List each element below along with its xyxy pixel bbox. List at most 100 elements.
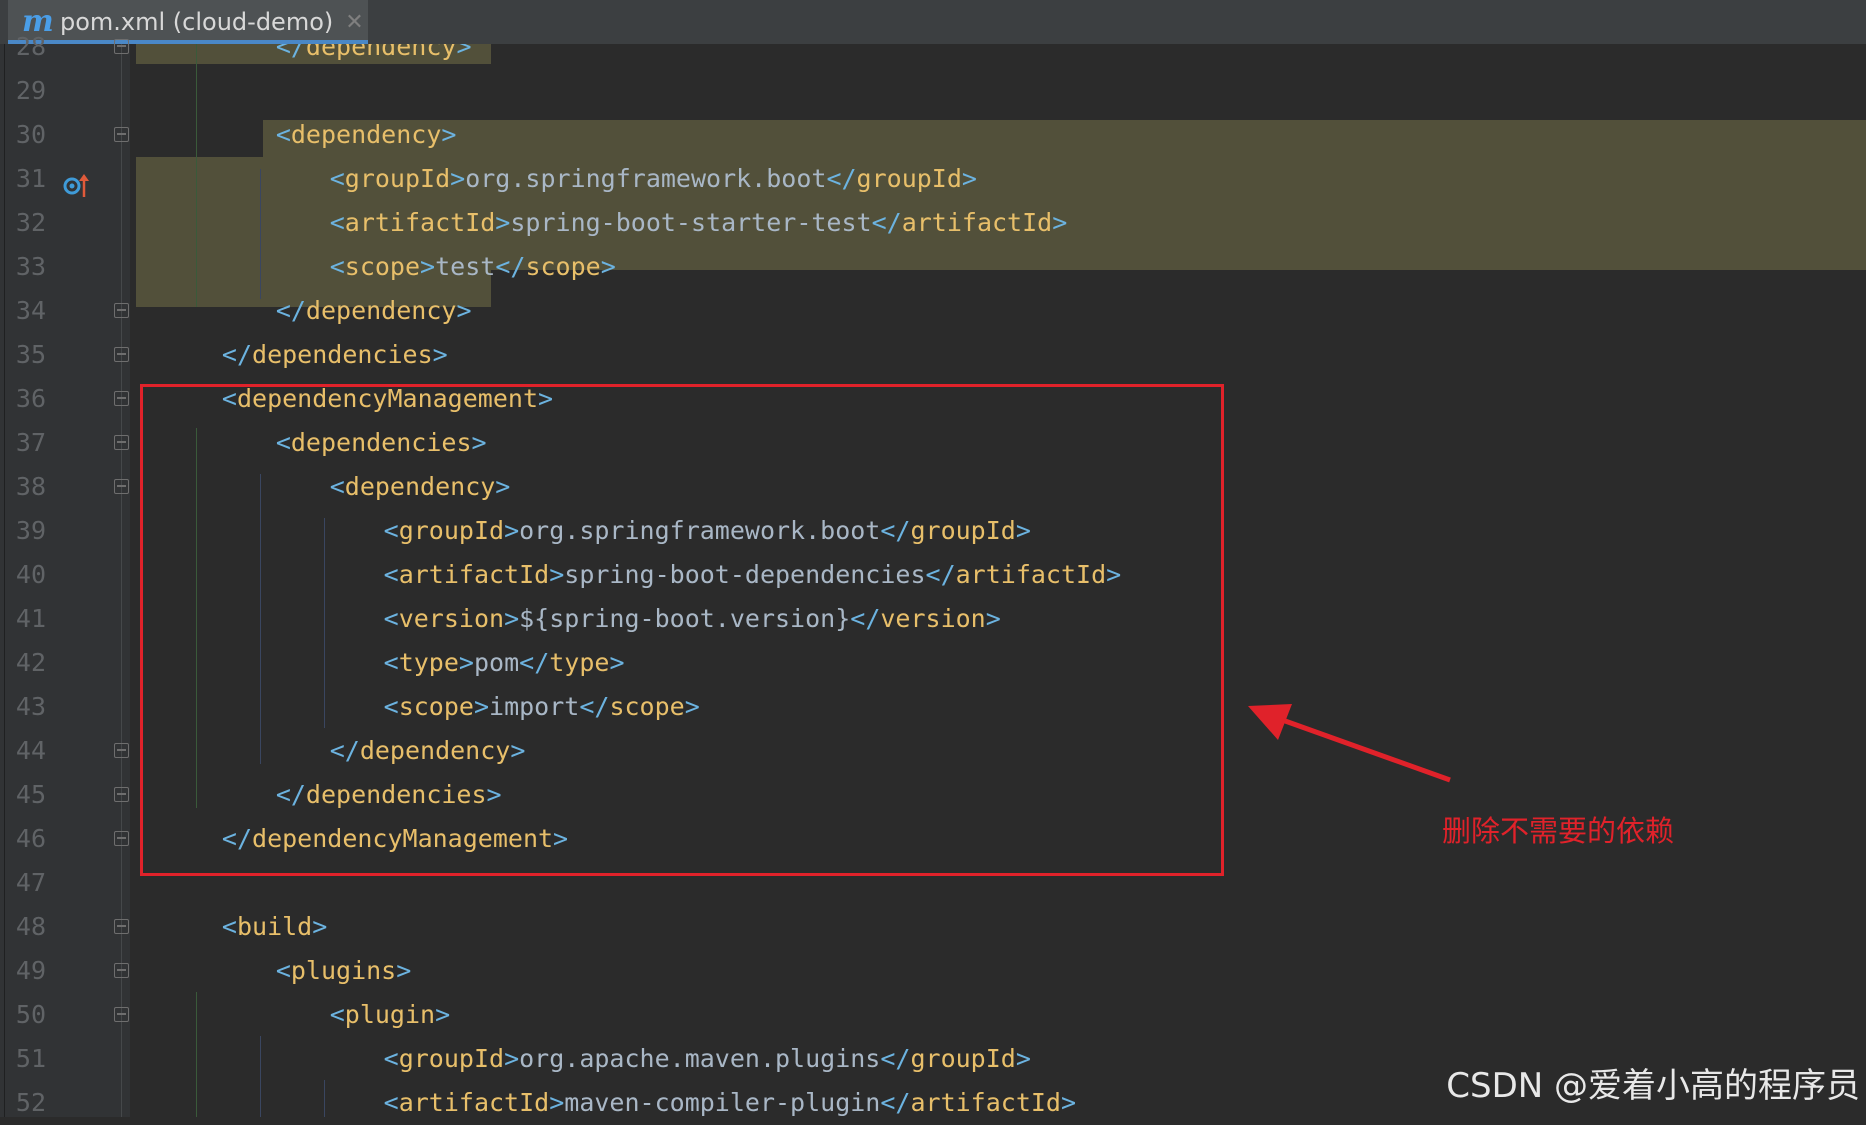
code-token: artifactId <box>910 1088 1061 1117</box>
code-token: > <box>504 1044 520 1073</box>
indent-guide <box>260 169 261 299</box>
watermark: CSDN @爱着小高的程序员 <box>1446 1066 1860 1106</box>
line-number: 42 <box>15 648 46 677</box>
code-token: </ <box>880 1044 911 1073</box>
code-line: <artifactId>maven-compiler-plugin</artif… <box>384 1081 1076 1117</box>
line-number: 49 <box>15 956 46 985</box>
code-line: </dependency> <box>276 289 472 333</box>
code-token: spring-boot-starter-test <box>510 208 872 237</box>
line-number: 31 <box>15 164 46 193</box>
line-number: 48 <box>15 912 46 941</box>
code-token: plugin <box>344 1000 436 1029</box>
code-token: > <box>1015 1044 1031 1073</box>
code-token: </ <box>275 296 306 325</box>
code-line: <groupId>org.apache.maven.plugins</group… <box>384 1037 1031 1081</box>
code-token: < <box>275 956 291 985</box>
indent-guide <box>324 1080 325 1117</box>
code-token: </ <box>495 252 526 281</box>
fold-marker-icon[interactable] <box>114 347 129 362</box>
close-icon[interactable]: ✕ <box>345 10 363 35</box>
code-token: > <box>432 340 448 369</box>
fold-marker-icon[interactable] <box>114 127 129 142</box>
code-token: > <box>450 164 466 193</box>
code-token: artifactId <box>344 208 496 237</box>
code-token: > <box>435 1000 451 1029</box>
line-number: 30 <box>15 120 46 149</box>
fold-marker-icon[interactable] <box>114 391 129 406</box>
fold-marker-icon[interactable] <box>114 831 129 846</box>
ide-window: m pom.xml (cloud-demo) ✕ 28 29 30 31 32 33 34 3… <box>0 0 1866 1117</box>
code-token: groupId <box>910 1044 1016 1073</box>
code-token: < <box>383 1044 399 1073</box>
code-token: scope <box>344 252 421 281</box>
code-token: > <box>1060 1088 1077 1117</box>
code-line: <dependency> <box>276 113 457 157</box>
code-token: plugins <box>290 956 397 985</box>
tab-pom-xml[interactable]: m pom.xml (cloud-demo) ✕ <box>8 0 368 44</box>
code-line: <plugins> <box>276 949 411 993</box>
code-token: build <box>236 912 313 941</box>
code-line: </dependency> <box>276 44 472 69</box>
fold-rule <box>121 44 122 1117</box>
code-token: > <box>1052 208 1068 237</box>
code-token: </ <box>275 44 306 61</box>
code-token: > <box>495 208 511 237</box>
tab-title: pom.xml (cloud-demo) <box>60 8 334 36</box>
code-token: < <box>329 1000 345 1029</box>
code-token: < <box>329 252 345 281</box>
code-token: < <box>383 1088 399 1117</box>
code-token: < <box>221 912 237 941</box>
code-token: groupId <box>398 1044 505 1073</box>
fold-marker-icon[interactable] <box>114 963 129 978</box>
annotation-label: 删除不需要的依赖 <box>1442 814 1675 848</box>
code-token: > <box>549 1088 565 1117</box>
line-number: 32 <box>15 208 46 237</box>
fold-marker-icon[interactable] <box>114 787 129 802</box>
code-line: <plugin> <box>330 993 450 1037</box>
annotation-highlight-box <box>140 384 1224 876</box>
fold-marker-icon[interactable] <box>114 1007 129 1022</box>
line-number: 41 <box>15 604 46 633</box>
code-token: artifactId <box>398 1088 550 1117</box>
code-line: <artifactId>spring-boot-starter-test</ar… <box>330 201 1068 245</box>
line-number: 47 <box>15 868 46 897</box>
line-number: 35 <box>15 340 46 369</box>
indent-guide <box>196 992 197 1117</box>
line-number: 39 <box>15 516 46 545</box>
code-line: <scope>test</scope> <box>330 245 616 289</box>
fold-marker-icon[interactable] <box>114 39 129 54</box>
code-token: org.springframework.boot <box>465 164 827 193</box>
code-token: > <box>420 252 436 281</box>
fold-marker-icon[interactable] <box>114 435 129 450</box>
line-number: 51 <box>15 1044 46 1073</box>
code-token: groupId <box>856 164 962 193</box>
code-token: < <box>329 208 345 237</box>
line-number: 43 <box>15 692 46 721</box>
code-token: dependency <box>305 44 457 61</box>
selection-highlight-line-30 <box>263 120 1866 157</box>
code-token: </ <box>871 208 902 237</box>
code-line: <groupId>org.springframework.boot</group… <box>330 157 977 201</box>
code-token: maven-compiler-plugin <box>564 1088 881 1117</box>
code-token: > <box>456 44 472 61</box>
code-token: </ <box>826 164 857 193</box>
fold-marker-icon[interactable] <box>114 479 129 494</box>
code-token: scope <box>525 252 601 281</box>
line-number: 38 <box>15 472 46 501</box>
fold-marker-icon[interactable] <box>114 303 129 318</box>
code-token: dependencies <box>252 340 433 369</box>
line-number: 46 <box>15 824 46 853</box>
code-token: dependency <box>290 120 442 149</box>
fold-marker-icon[interactable] <box>114 743 129 758</box>
annotation-arrow <box>1248 704 1451 783</box>
line-number: 45 <box>15 780 46 809</box>
code-token: </ <box>880 1088 911 1117</box>
line-number: 29 <box>15 76 46 105</box>
editor-gutter: 28 29 30 31 32 33 34 35 36 37 38 39 40 41 42 43 44 45 46 47… <box>0 32 130 1117</box>
code-token: > <box>456 296 472 325</box>
line-number: 44 <box>15 736 46 765</box>
fold-marker-icon[interactable] <box>114 919 129 934</box>
indent-guide <box>196 44 197 307</box>
code-token: test <box>435 252 496 281</box>
implementation-up-arrow-icon[interactable] <box>62 171 92 201</box>
